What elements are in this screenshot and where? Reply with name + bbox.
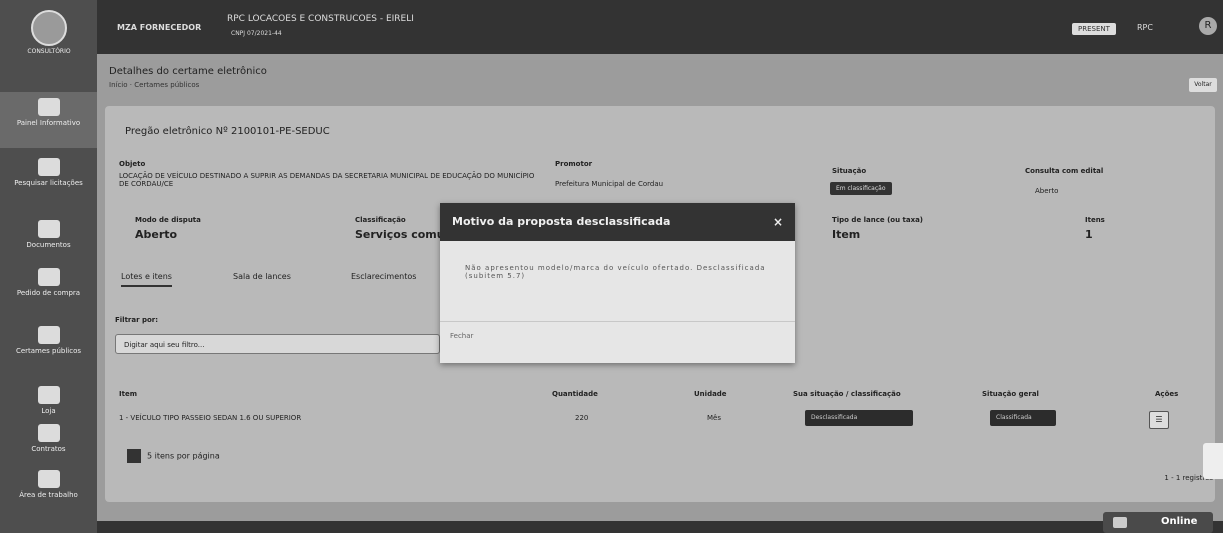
- app-logo[interactable]: CONSULTÓRIO: [14, 6, 84, 62]
- pager-per-page[interactable]: 5 itens por página: [147, 452, 220, 461]
- situacao-label: Situação: [832, 167, 867, 175]
- col-sua-situacao: Sua situação / classificação: [793, 390, 901, 398]
- back-button[interactable]: Voltar: [1189, 78, 1217, 92]
- cart-icon: [37, 268, 60, 286]
- top-bar: MZA FORNECEDOR RPC LOCACOES E CONSTRUCOE…: [97, 0, 1223, 54]
- module-name: MZA FORNECEDOR: [117, 23, 202, 32]
- situacao-chip: Em classificação: [830, 182, 892, 195]
- tipo-label: Tipo de lance (ou taxa): [832, 216, 924, 224]
- status-badge: PRESENT: [1072, 23, 1116, 35]
- col-quantidade: Quantidade: [552, 390, 598, 398]
- promotor-value: Prefeitura Municipal de Cordau: [555, 180, 664, 188]
- modo-label: Modo de disputa: [135, 216, 201, 224]
- pregao-title: Pregão eletrônico Nº 2100101-PE-SEDUC: [125, 126, 330, 137]
- close-icon[interactable]: ×: [773, 203, 783, 241]
- sidebar-item-documentos[interactable]: Documentos: [0, 220, 97, 249]
- itens-value: 1: [1085, 228, 1093, 241]
- consulta-value: Aberto: [1035, 187, 1059, 195]
- modal-title: Motivo da proposta desclassificada: [452, 215, 671, 228]
- tipo-value: Item: [832, 228, 861, 241]
- modal-close-button[interactable]: Fechar: [450, 332, 473, 340]
- row-quantidade: 220: [575, 414, 589, 422]
- col-situacao-geral: Situação geral: [982, 390, 1039, 398]
- logo-text: CONSULTÓRIO: [27, 48, 71, 55]
- company-cnpj: CNPJ 07/2021-44: [231, 30, 282, 37]
- share-icon: [37, 326, 60, 344]
- consulta-label: Consulta com edital: [1025, 167, 1104, 175]
- user-name[interactable]: RPC: [1137, 23, 1153, 32]
- sidebar-item-contratos[interactable]: Contratos: [0, 424, 97, 453]
- row-item: 1 - VEÍCULO TIPO PASSEIO SEDAN 1.6 OU SU…: [119, 414, 302, 422]
- row-sua-situacao-chip[interactable]: Desclassificada: [805, 410, 913, 426]
- company-name[interactable]: RPC LOCACOES E CONSTRUCOES - EIRELI: [227, 14, 414, 24]
- pager[interactable]: 5 itens por página: [127, 449, 220, 463]
- modal-footer: Fechar: [440, 321, 795, 350]
- classif-label: Classificação: [355, 216, 406, 224]
- col-item: Item: [119, 390, 137, 398]
- sidebar-item-pesquisar[interactable]: Pesquisar licitações: [0, 158, 97, 187]
- tab-esclarecimentos[interactable]: Esclarecimentos: [351, 272, 416, 281]
- desk-icon: [37, 470, 60, 488]
- tab-lotes[interactable]: Lotes e itens: [121, 272, 172, 287]
- document-icon: [37, 220, 60, 238]
- chat-icon: [1113, 517, 1127, 528]
- sidebar-item-loja[interactable]: Loja: [0, 386, 97, 415]
- store-icon: [37, 386, 60, 404]
- search-icon: [37, 158, 60, 176]
- sidebar: CONSULTÓRIO Painel Informativo Pesquisar…: [0, 0, 97, 533]
- sidebar-item-area[interactable]: Área de trabalho: [0, 470, 97, 499]
- online-chat-button[interactable]: Online: [1103, 512, 1213, 533]
- objeto-label: Objeto: [119, 160, 146, 168]
- promotor-label: Promotor: [555, 160, 593, 168]
- objeto-value: LOCAÇÃO DE VEÍCULO DESTINADO A SUPRIR AS…: [119, 172, 535, 188]
- sidebar-item-painel[interactable]: Painel Informativo: [0, 92, 97, 148]
- avatar[interactable]: R: [1199, 17, 1217, 35]
- sidebar-item-pedido[interactable]: Pedido de compra: [0, 268, 97, 297]
- modo-value: Aberto: [135, 228, 178, 241]
- col-acoes: Ações: [1155, 390, 1179, 398]
- breadcrumb[interactable]: Início · Certames públicos: [109, 81, 199, 89]
- filter-input[interactable]: Digitar aqui seu filtro...: [115, 334, 440, 354]
- tab-sala-lances[interactable]: Sala de lances: [233, 272, 291, 281]
- modal-body: Não apresentou modelo/marca do veículo o…: [465, 264, 766, 280]
- row-situacao-geral-chip: Classificada: [990, 410, 1056, 426]
- floating-side-button[interactable]: [1203, 443, 1223, 479]
- page-title: Detalhes do certame eletrônico: [109, 66, 267, 77]
- pager-square-icon: [127, 449, 141, 463]
- row-unidade: Mês: [707, 414, 721, 422]
- itens-label: Itens: [1085, 216, 1105, 224]
- logo-emblem-icon: [31, 10, 67, 46]
- row-actions-button[interactable]: ☰: [1149, 411, 1169, 429]
- bottom-bar: [97, 521, 1223, 533]
- col-unidade: Unidade: [694, 390, 727, 398]
- filter-label: Filtrar por:: [115, 316, 159, 324]
- home-icon: [37, 98, 60, 116]
- online-label: Online: [1161, 516, 1198, 527]
- modal-motivo: Motivo da proposta desclassificada × Não…: [440, 203, 795, 363]
- modal-header: Motivo da proposta desclassificada ×: [440, 203, 795, 241]
- sidebar-item-certames[interactable]: Certames públicos: [0, 326, 97, 355]
- edit-icon: [37, 424, 60, 442]
